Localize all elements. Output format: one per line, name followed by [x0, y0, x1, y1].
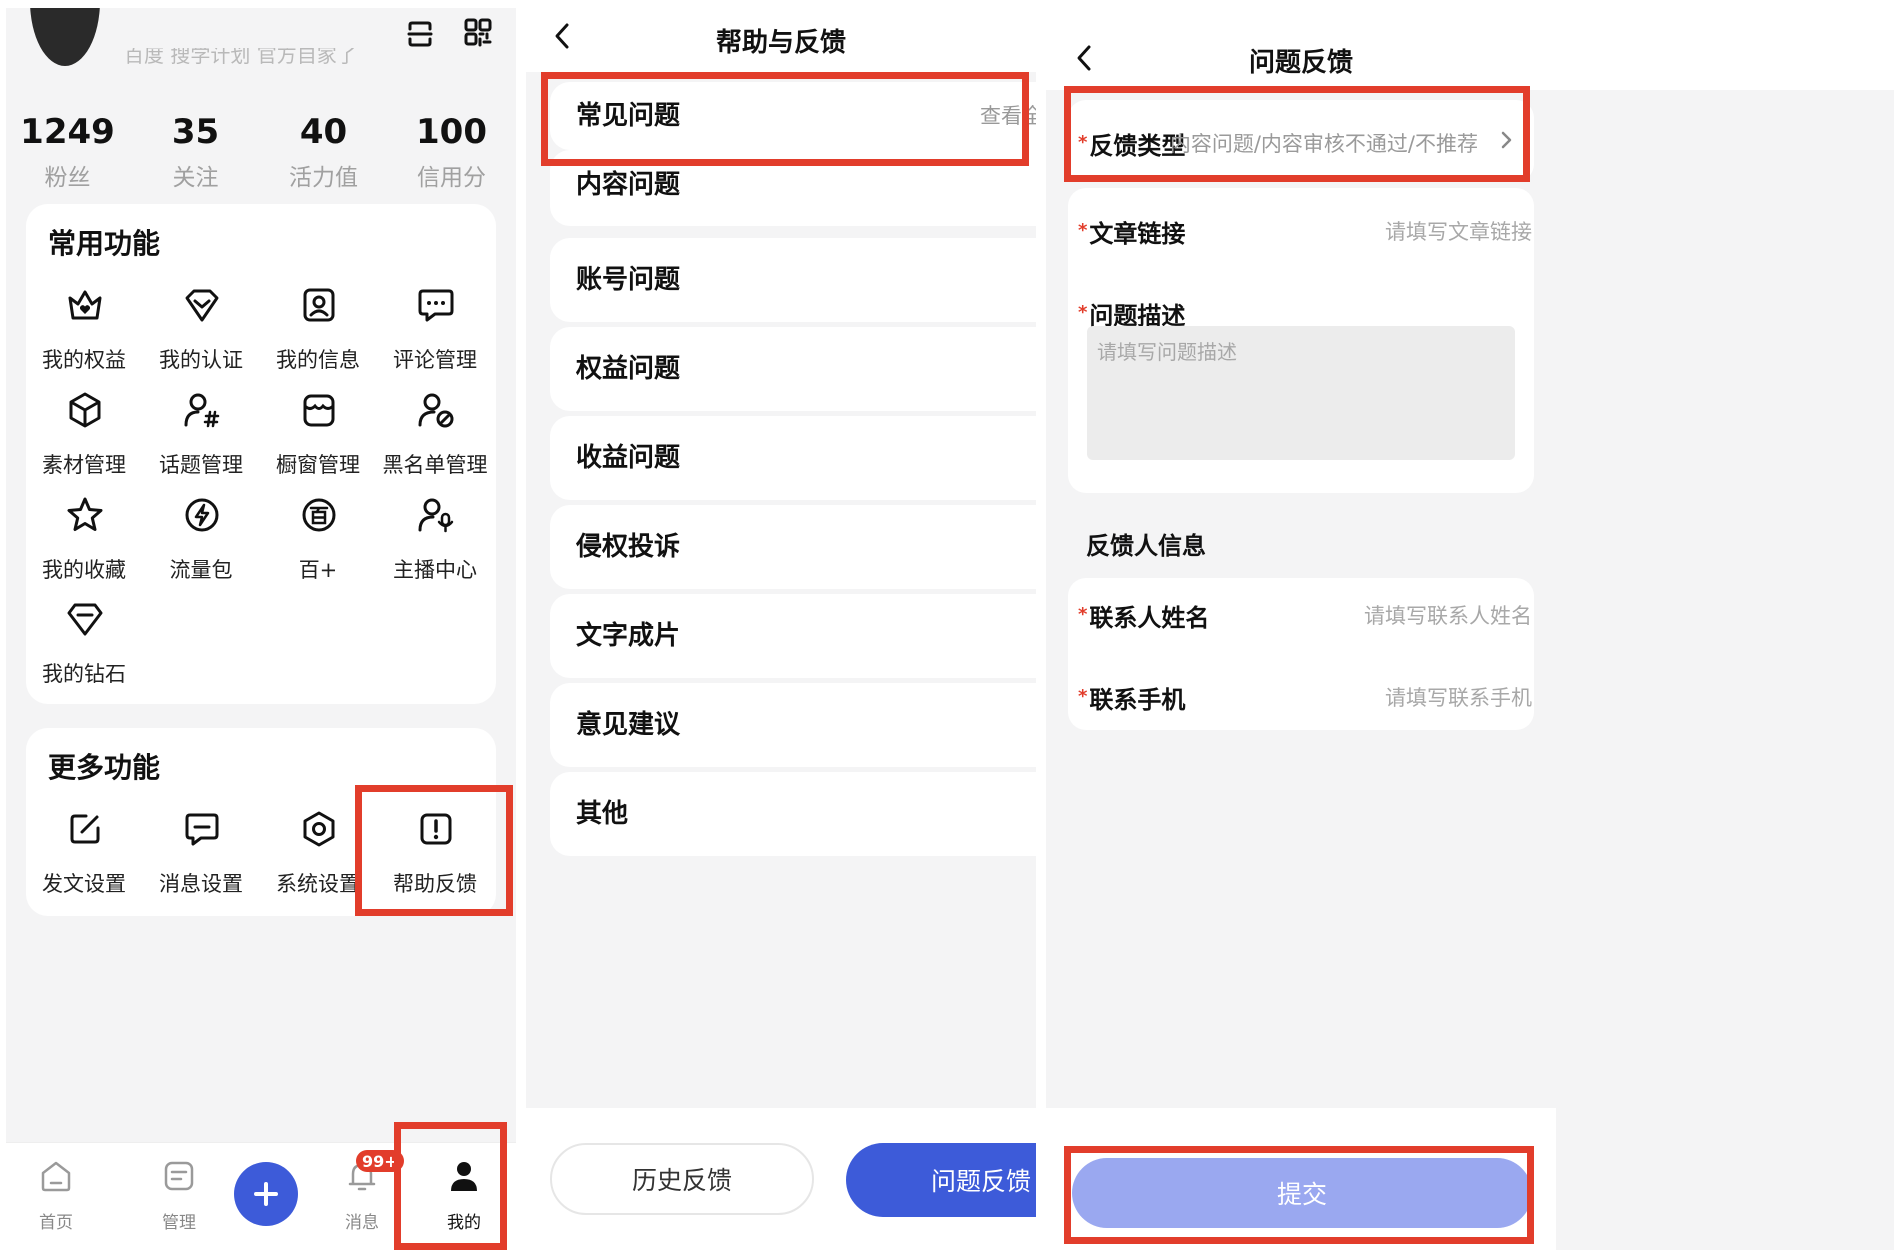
bai-plus-icon	[298, 494, 340, 536]
category-suggestions[interactable]: 意见建议	[550, 683, 1036, 767]
page-title: 帮助与反馈	[715, 28, 846, 58]
lightning-icon	[181, 494, 223, 536]
page-title: 问题反馈	[1248, 48, 1353, 78]
faq-label: 常见问题	[576, 101, 681, 131]
help-alert-icon	[415, 808, 457, 850]
storefront-icon	[298, 389, 340, 431]
contact-section-title: 反馈人信息	[1086, 532, 1206, 560]
contact-name-label: 联系人姓名	[1089, 604, 1210, 632]
comment-icon	[415, 284, 457, 326]
credit-count[interactable]: 100	[374, 112, 516, 152]
category-other[interactable]: 其他	[550, 772, 1036, 856]
plus-icon	[251, 1179, 281, 1209]
publish-button[interactable]	[234, 1162, 298, 1226]
blocked-user-icon	[415, 389, 457, 431]
category-account[interactable]: 账号问题	[550, 238, 1036, 322]
nav-mine[interactable]: 我的	[404, 1158, 516, 1248]
faq-row[interactable]: 常见问题 查看全部	[550, 82, 1036, 150]
category-content[interactable]: 内容问题	[550, 150, 1036, 226]
edit-icon	[64, 808, 106, 850]
message-badge: 99+	[356, 1150, 404, 1172]
contact-name-input[interactable]: 请填写联系人姓名	[1364, 600, 1532, 630]
scan-icon[interactable]	[406, 20, 434, 48]
crown-heart-icon	[64, 284, 106, 326]
feedback-panel: 问题反馈 *反馈类型 内容问题/内容审核不通过/不推荐 *文章链接 请填写文章链…	[1046, 8, 1894, 1250]
topic-person-icon	[181, 389, 223, 431]
manage-icon	[161, 1158, 197, 1194]
faq-view-all[interactable]: 查看全部	[980, 82, 1036, 150]
avatar[interactable]	[30, 8, 100, 70]
submit-button[interactable]: 提交	[1072, 1158, 1532, 1228]
credit-label: 信用分	[417, 165, 486, 191]
profile-subtitle: 百度 搜学计划 官方自家了	[124, 48, 357, 64]
contact-phone-label: 联系手机	[1089, 686, 1186, 714]
help-panel: 帮助与反馈 常见问题 查看全部 内容问题 账号问题 权益问题 收益问题 侵权投诉…	[526, 8, 1036, 1250]
category-infringement[interactable]: 侵权投诉	[550, 505, 1036, 589]
qrcode-icon[interactable]	[464, 18, 492, 48]
nav-manage[interactable]: 管理	[119, 1158, 239, 1248]
comment-management-item[interactable]: 评论管理	[365, 284, 505, 394]
description-textarea[interactable]: 请填写问题描述	[1087, 326, 1515, 460]
diamond-heart-icon	[181, 284, 223, 326]
feedback-type-value: 内容问题/内容审核不通过/不推荐	[1169, 132, 1478, 156]
settings-icon	[298, 808, 340, 850]
id-card-icon	[298, 284, 340, 326]
anchor-center-item[interactable]: 主播中心	[365, 494, 505, 604]
cube-icon	[64, 389, 106, 431]
category-income[interactable]: 收益问题	[550, 416, 1036, 500]
user-icon	[446, 1158, 482, 1194]
category-benefits[interactable]: 权益问题	[550, 327, 1036, 411]
history-feedback-button[interactable]: 历史反馈	[550, 1143, 814, 1215]
anchor-mic-icon	[415, 494, 457, 536]
common-functions-title: 常用功能	[48, 227, 161, 260]
submit-feedback-button[interactable]: 问题反馈	[846, 1143, 1036, 1217]
description-placeholder: 请填写问题描述	[1097, 340, 1237, 364]
article-link-input[interactable]: 请填写文章链接	[1385, 216, 1532, 246]
nav-home[interactable]: 首页	[6, 1158, 116, 1248]
contact-phone-input[interactable]: 请填写联系手机	[1385, 682, 1532, 712]
blacklist-management-item[interactable]: 黑名单管理	[365, 389, 505, 499]
my-diamonds-item[interactable]: 我的钻石	[14, 598, 154, 708]
more-functions-title: 更多功能	[48, 751, 161, 784]
star-icon	[64, 494, 106, 536]
gem-icon	[64, 598, 106, 640]
category-text-to-video[interactable]: 文字成片	[550, 594, 1036, 678]
home-icon	[38, 1158, 74, 1194]
message-icon	[181, 808, 223, 850]
feedback-type-row[interactable]: *反馈类型 内容问题/内容审核不通过/不推荐	[1068, 100, 1534, 182]
profile-panel: 百度 搜学计划 官方自家了 1249 粉丝 35 关注 40 活力值 100 信…	[6, 8, 516, 1250]
chevron-right-icon	[1500, 130, 1512, 150]
help-feedback-item[interactable]: 帮助反馈	[365, 808, 505, 918]
article-link-label: 文章链接	[1089, 220, 1186, 248]
